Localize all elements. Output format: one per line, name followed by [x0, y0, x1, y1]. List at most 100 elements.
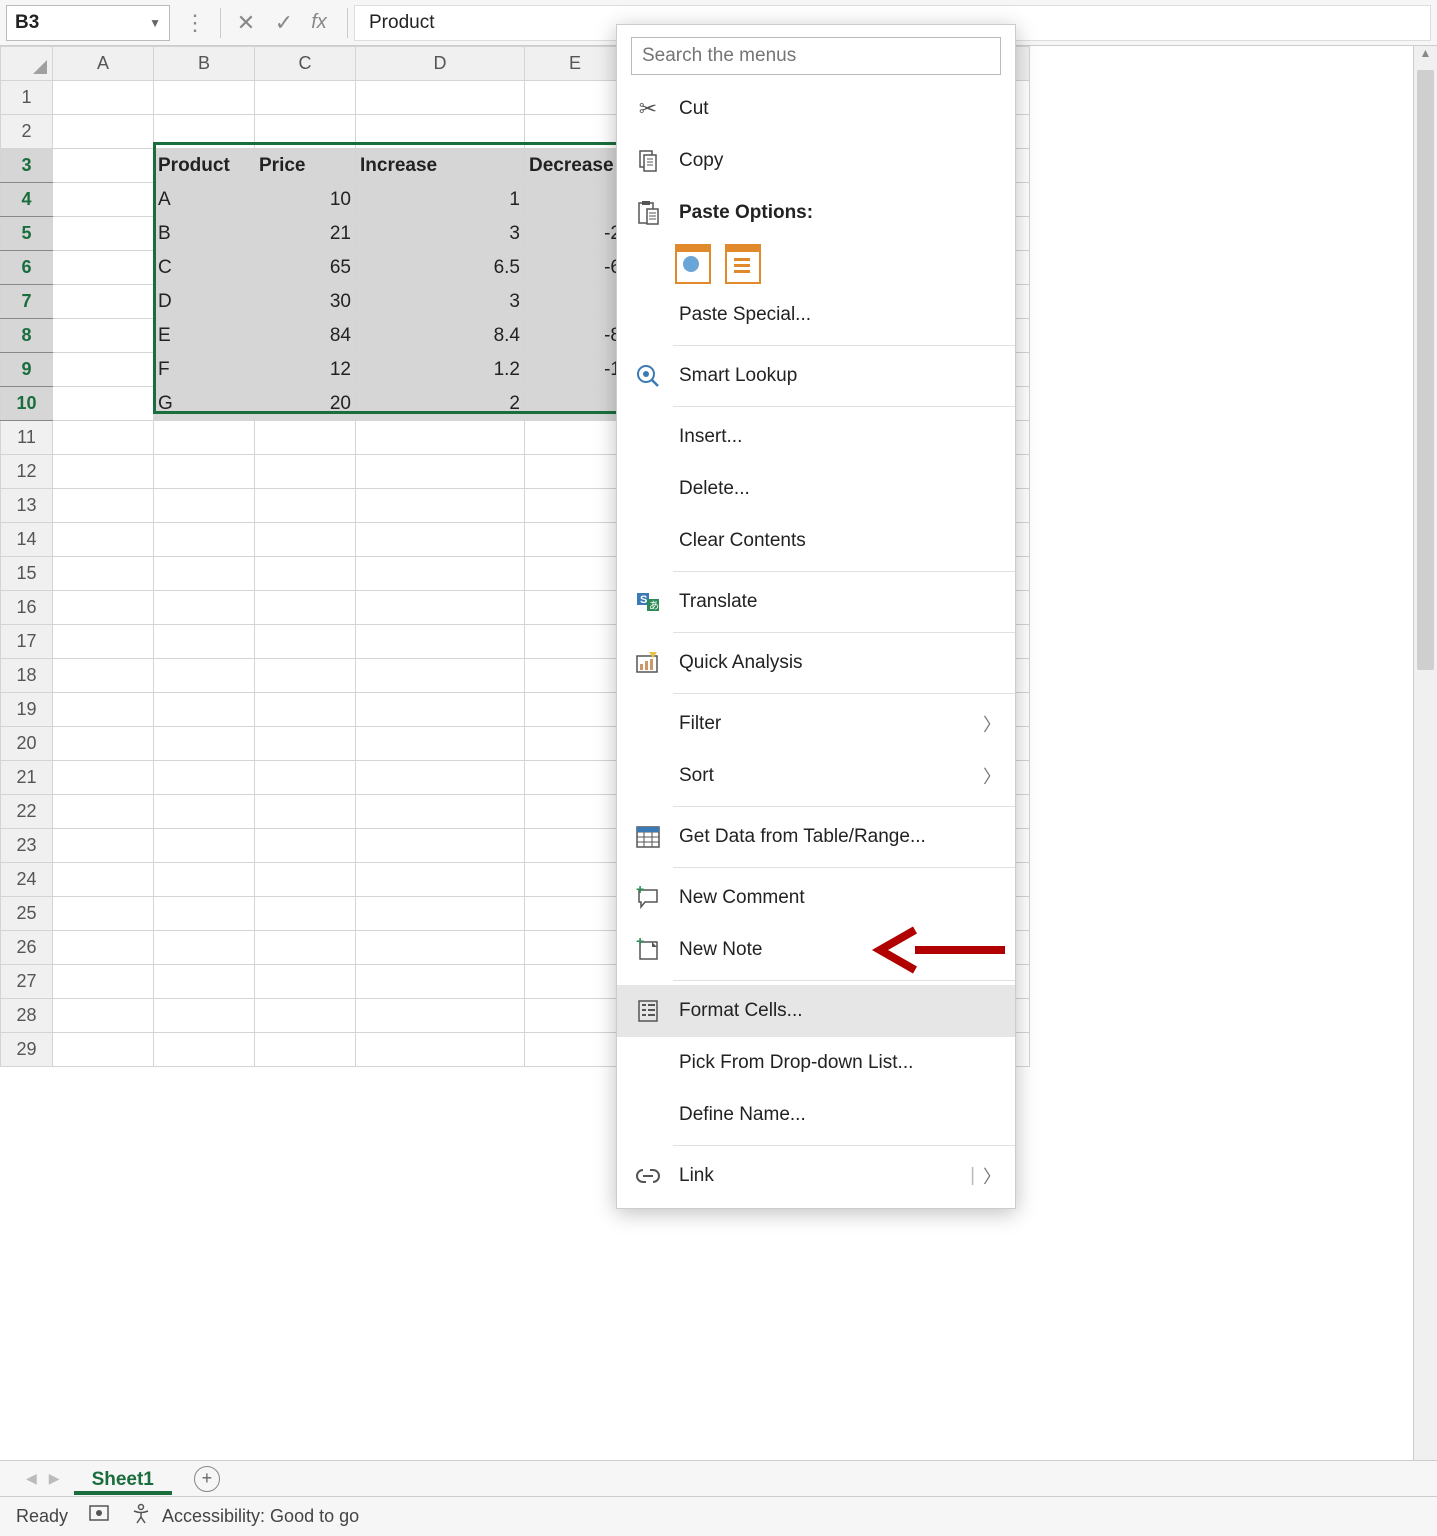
cell[interactable]: [53, 455, 154, 489]
row-header[interactable]: 26: [1, 931, 53, 965]
cell[interactable]: [154, 999, 255, 1033]
row-header[interactable]: 1: [1, 81, 53, 115]
cell[interactable]: [356, 761, 525, 795]
cell[interactable]: [356, 115, 525, 149]
cell[interactable]: [525, 115, 626, 149]
row-header[interactable]: 16: [1, 591, 53, 625]
column-header[interactable]: D: [356, 47, 525, 81]
cell[interactable]: [525, 625, 626, 659]
menu-search-input[interactable]: [631, 37, 1001, 75]
cell[interactable]: [53, 625, 154, 659]
row-header[interactable]: 29: [1, 1033, 53, 1067]
menu-get-data[interactable]: Get Data from Table/Range...: [617, 811, 1015, 863]
cell[interactable]: [154, 761, 255, 795]
cell[interactable]: 30: [255, 285, 356, 319]
cell[interactable]: 20: [255, 387, 356, 421]
cell[interactable]: [525, 455, 626, 489]
name-box[interactable]: B3 ▼: [6, 5, 170, 41]
row-header[interactable]: 14: [1, 523, 53, 557]
row-header[interactable]: 3: [1, 149, 53, 183]
menu-translate[interactable]: Sあ Translate: [617, 576, 1015, 628]
cell[interactable]: [255, 659, 356, 693]
cell[interactable]: [53, 387, 154, 421]
cell[interactable]: [255, 455, 356, 489]
row-header[interactable]: 20: [1, 727, 53, 761]
cell[interactable]: [53, 931, 154, 965]
row-header[interactable]: 12: [1, 455, 53, 489]
cell[interactable]: Product: [154, 149, 255, 183]
cell[interactable]: [53, 863, 154, 897]
vertical-scrollbar[interactable]: ▲: [1413, 46, 1437, 1460]
row-header[interactable]: 27: [1, 965, 53, 999]
add-sheet-button[interactable]: +: [194, 1466, 220, 1492]
cell[interactable]: [53, 251, 154, 285]
cell[interactable]: [154, 115, 255, 149]
cell[interactable]: [525, 523, 626, 557]
cell[interactable]: [356, 1033, 525, 1067]
cell[interactable]: [356, 523, 525, 557]
select-all-corner[interactable]: [1, 47, 53, 81]
cell[interactable]: [154, 625, 255, 659]
cell[interactable]: [525, 659, 626, 693]
cell[interactable]: [255, 999, 356, 1033]
menu-insert[interactable]: Insert...: [617, 411, 1015, 463]
cell[interactable]: [255, 761, 356, 795]
cell[interactable]: [525, 81, 626, 115]
paste-all-icon[interactable]: [675, 244, 711, 284]
cell[interactable]: [356, 625, 525, 659]
row-header[interactable]: 25: [1, 897, 53, 931]
cell[interactable]: [525, 965, 626, 999]
cell[interactable]: [53, 489, 154, 523]
row-header[interactable]: 6: [1, 251, 53, 285]
row-header[interactable]: 10: [1, 387, 53, 421]
cell[interactable]: [255, 931, 356, 965]
row-header[interactable]: 7: [1, 285, 53, 319]
row-header[interactable]: 17: [1, 625, 53, 659]
cell[interactable]: [255, 489, 356, 523]
cell[interactable]: [154, 421, 255, 455]
row-header[interactable]: 4: [1, 183, 53, 217]
cell[interactable]: [53, 659, 154, 693]
cell[interactable]: [525, 489, 626, 523]
more-icon[interactable]: ⋮: [176, 5, 214, 41]
cell[interactable]: [53, 217, 154, 251]
cell[interactable]: [525, 421, 626, 455]
cell[interactable]: [53, 319, 154, 353]
cell[interactable]: 21: [255, 217, 356, 251]
cell[interactable]: [154, 931, 255, 965]
scrollbar-thumb[interactable]: [1417, 70, 1434, 670]
menu-search[interactable]: [631, 37, 1001, 75]
cell[interactable]: 2: [356, 387, 525, 421]
column-header[interactable]: B: [154, 47, 255, 81]
row-header[interactable]: 8: [1, 319, 53, 353]
row-header[interactable]: 23: [1, 829, 53, 863]
menu-define-name[interactable]: Define Name...: [617, 1089, 1015, 1141]
cell[interactable]: [154, 659, 255, 693]
fx-icon[interactable]: fx: [303, 5, 341, 41]
cell[interactable]: 10: [255, 183, 356, 217]
cell[interactable]: [255, 557, 356, 591]
cell[interactable]: 8.4: [356, 319, 525, 353]
menu-copy[interactable]: Copy: [617, 135, 1015, 187]
cell[interactable]: [154, 863, 255, 897]
row-header[interactable]: 18: [1, 659, 53, 693]
scroll-up-icon[interactable]: ▲: [1414, 46, 1437, 68]
row-header[interactable]: 11: [1, 421, 53, 455]
row-header[interactable]: 21: [1, 761, 53, 795]
cell[interactable]: 84: [255, 319, 356, 353]
row-header[interactable]: 24: [1, 863, 53, 897]
row-header[interactable]: 22: [1, 795, 53, 829]
cell[interactable]: [356, 659, 525, 693]
cell[interactable]: [53, 591, 154, 625]
cell[interactable]: [53, 183, 154, 217]
menu-cut[interactable]: ✂ Cut: [617, 83, 1015, 135]
cell[interactable]: [255, 965, 356, 999]
cell[interactable]: [525, 897, 626, 931]
cell[interactable]: [356, 999, 525, 1033]
menu-link[interactable]: Link | 〉: [617, 1150, 1015, 1202]
cell[interactable]: [53, 149, 154, 183]
cell[interactable]: [525, 693, 626, 727]
sheet-tab-active[interactable]: Sheet1: [74, 1463, 172, 1495]
cell[interactable]: [154, 727, 255, 761]
row-header[interactable]: 9: [1, 353, 53, 387]
